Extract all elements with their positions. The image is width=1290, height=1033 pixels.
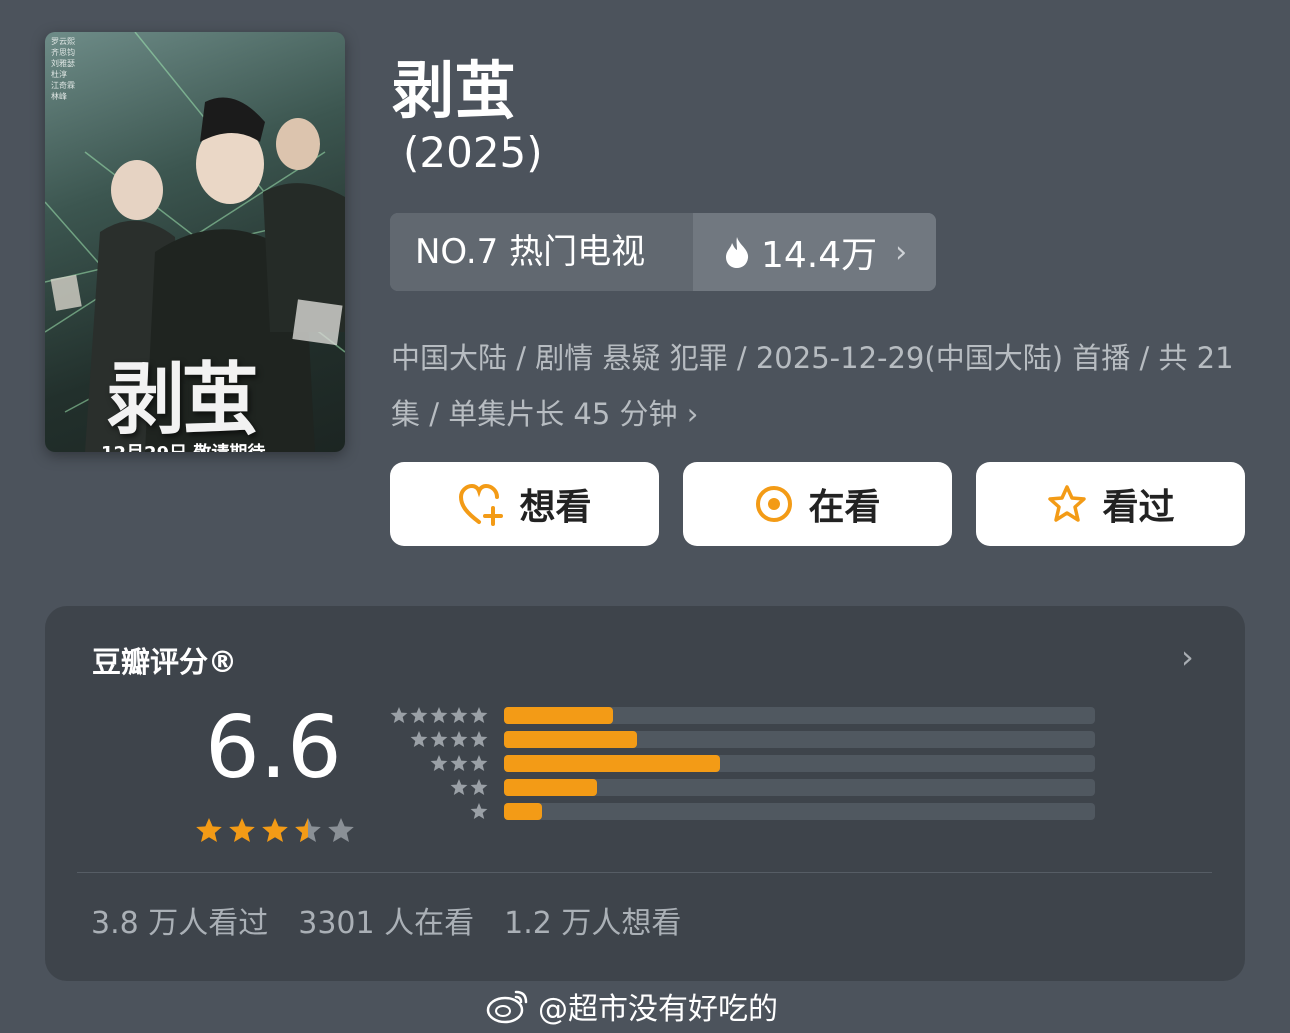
watched-button[interactable]: 看过 (976, 462, 1245, 546)
small-star-icon (410, 707, 428, 723)
rank-label: NO.7 热门电视 (390, 213, 693, 291)
distribution-bar-2-star (504, 779, 597, 796)
small-star-icon (470, 779, 488, 795)
distribution-bar-3-star (504, 755, 720, 772)
watching-count: 3301 人在看 (298, 906, 475, 941)
want-to-watch-button[interactable]: 想看 (390, 462, 659, 546)
small-star-icon (430, 707, 448, 723)
watching-button[interactable]: 在看 (683, 462, 952, 546)
heart-plus-icon (459, 483, 504, 526)
small-star-icon (450, 755, 468, 771)
heat-value: 14.4万 (761, 235, 878, 276)
small-star-icon (410, 731, 428, 747)
distribution-bar-track (504, 707, 1095, 724)
distribution-bar-5-star (504, 707, 613, 724)
heat-indicator[interactable]: 14.4万 › (693, 213, 936, 291)
meta-text: 中国大陆 / 剧情 悬疑 犯罪 / 2025-12-29(中国大陆) 首播 / … (391, 341, 1234, 431)
small-star-icon (390, 707, 408, 723)
star-full-icon (262, 818, 288, 842)
release-year: (2025) (403, 128, 543, 177)
flame-icon (726, 237, 749, 268)
show-meta-info[interactable]: 中国大陆 / 剧情 悬疑 犯罪 / 2025-12-29(中国大陆) 首播 / … (391, 330, 1251, 442)
distribution-stars-5 (390, 707, 488, 723)
small-star-icon (450, 707, 468, 723)
poster-title-art: 剥茧 (107, 354, 259, 445)
weibo-icon (486, 990, 528, 1024)
poster-tagline: 12月29日 敬请期待 (101, 439, 265, 452)
rating-stars (196, 818, 354, 842)
chevron-right-icon: › (895, 234, 908, 270)
watched-label: 看过 (1102, 487, 1175, 528)
star-outline-icon (1048, 485, 1087, 522)
target-circle-icon (756, 486, 793, 522)
small-star-icon (470, 755, 488, 771)
chevron-right-icon[interactable]: › (1181, 638, 1194, 676)
distribution-stars-3 (430, 755, 488, 771)
watched-count: 3.8 万人看过 (91, 906, 269, 941)
rating-score: 6.6 (205, 698, 342, 798)
poster-credits: 罗云熙 齐思钧 刘雅瑟 杜淳 江奇霖 林峰 (51, 37, 75, 101)
small-star-icon (470, 803, 488, 819)
want-count: 1.2 万人想看 (504, 906, 682, 941)
rating-stats: 3.8 万人看过 3301 人在看 1.2 万人想看 (91, 898, 681, 942)
distribution-bar-track (504, 731, 1095, 748)
weibo-watermark: @超市没有好吃的 (486, 984, 778, 1028)
distribution-bar-track (504, 803, 1095, 820)
distribution-stars-4 (410, 731, 488, 747)
star-empty-icon (328, 818, 354, 842)
star-full-icon (196, 818, 222, 842)
distribution-bar-1-star (504, 803, 542, 820)
want-to-watch-label: 想看 (519, 487, 592, 528)
rank-badge[interactable]: NO.7 热门电视 14.4万 › (390, 213, 936, 291)
small-star-icon (450, 731, 468, 747)
distribution-bar-4-star (504, 731, 637, 748)
chevron-right-icon: › (686, 397, 699, 431)
watching-label: 在看 (808, 487, 881, 528)
small-star-icon (430, 755, 448, 771)
watermark-text: @超市没有好吃的 (538, 992, 778, 1027)
distribution-stars-1 (470, 803, 488, 819)
divider (77, 872, 1212, 873)
small-star-icon (470, 731, 488, 747)
small-star-icon (430, 731, 448, 747)
distribution-bar-track (504, 755, 1095, 772)
small-star-icon (470, 707, 488, 723)
small-star-icon (450, 779, 468, 795)
rating-card-title: 豆瓣评分® (92, 645, 238, 679)
poster-image[interactable]: 罗云熙齐思钧 刘雅瑟杜淳 江奇霖林峰 剥茧 12月29日 敬请期待 (45, 32, 345, 452)
star-full-icon (229, 818, 255, 842)
distribution-bar-track (504, 779, 1095, 796)
page-title: 剥茧 (392, 54, 517, 127)
douban-rating-card[interactable]: 豆瓣评分® › 6.6 3.8 万人看过 3301 人在看 1.2 万人想看 (45, 606, 1245, 981)
distribution-stars-2 (450, 779, 488, 795)
